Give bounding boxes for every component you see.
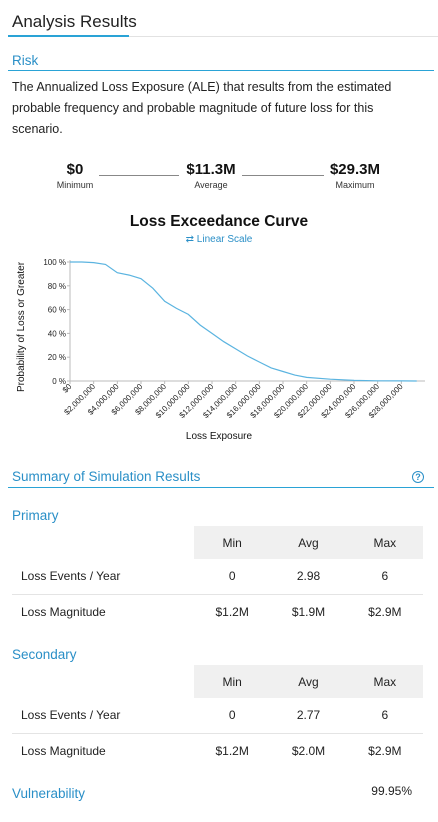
secondary-heading: Secondary <box>12 647 77 662</box>
secondary-results-table: Min Avg Max Loss Events / Year 0 2.77 6 … <box>12 665 423 768</box>
y-tick-label: 60 % <box>48 306 66 315</box>
stat-minimum-value: $0 <box>66 161 84 178</box>
cell-avg: 2.77 <box>296 708 321 723</box>
row-label: Loss Magnitude <box>12 593 194 629</box>
cell-avg: $2.0M <box>270 732 347 768</box>
primary-results-table: Min Avg Max Loss Events / Year 0 2.98 6 … <box>12 526 423 629</box>
col-min: Min <box>194 665 271 698</box>
vulnerability-value: 99.95% <box>371 784 412 798</box>
stat-average-label: Average <box>194 180 228 190</box>
stat-maximum-label: Maximum <box>335 180 375 190</box>
table-row: Loss Magnitude $1.2M $1.9M $2.9M <box>12 593 423 629</box>
y-tick-label: 80 % <box>48 282 66 291</box>
table-row: Loss Events / Year 0 2.98 6 <box>12 559 423 594</box>
stat-average: $11.3M Average <box>180 161 242 190</box>
col-avg: Avg <box>270 526 347 559</box>
table-header-row: Min Avg Max <box>12 526 423 559</box>
table-row: Loss Events / Year 0 2.77 6 <box>12 698 423 733</box>
col-max: Max <box>346 526 423 559</box>
cell-max: 6 <box>381 569 389 584</box>
cell-max: 6 <box>381 708 389 723</box>
row-label: Loss Events / Year <box>21 569 121 584</box>
risk-divider <box>8 70 434 71</box>
table-header-row: Min Avg Max <box>12 665 423 698</box>
vulnerability-label: Vulnerability <box>12 786 86 801</box>
summary-heading: Summary of Simulation Results <box>12 469 201 484</box>
risk-heading: Risk <box>12 53 39 68</box>
linear-scale-label: Linear Scale <box>196 234 253 245</box>
cell-min: 0 <box>228 569 236 584</box>
col-max: Max <box>346 665 423 698</box>
stat-maximum: $29.3M Maximum <box>324 161 386 190</box>
row-label: Loss Magnitude <box>12 732 194 768</box>
stat-connector-right <box>242 175 324 176</box>
cell-min: $1.2M <box>194 732 271 768</box>
primary-heading: Primary <box>12 508 59 523</box>
cell-avg: 2.98 <box>296 569 321 584</box>
swap-arrows-icon: ⇄ <box>185 234 194 245</box>
table-row: Loss Magnitude $1.2M $2.0M $2.9M <box>12 732 423 768</box>
cell-avg: $1.9M <box>270 593 347 629</box>
page-title: Analysis Results <box>12 12 137 31</box>
y-axis-label: Probability of Loss or Greater <box>16 261 27 392</box>
y-tick-label: 20 % <box>48 353 66 362</box>
linear-scale-toggle[interactable]: ⇄ Linear Scale <box>0 234 438 245</box>
loss-exceedance-line <box>70 261 417 382</box>
table-header-blank <box>12 526 194 559</box>
col-avg: Avg <box>270 665 347 698</box>
x-axis-label: Loss Exposure <box>185 431 253 442</box>
stat-minimum: $0 Minimum <box>48 161 102 190</box>
col-min: Min <box>194 526 271 559</box>
stat-average-value: $11.3M <box>186 161 236 178</box>
stat-minimum-label: Minimum <box>56 180 94 190</box>
analysis-results-panel: Analysis Results Risk The Annualized Los… <box>0 0 438 822</box>
title-accent-bar <box>8 35 129 37</box>
stat-maximum-value: $29.3M <box>329 161 381 178</box>
table-header-blank <box>12 665 194 698</box>
cell-min: $1.2M <box>194 593 271 629</box>
cell-max: $2.9M <box>346 732 423 768</box>
y-tick-label: 40 % <box>48 329 66 338</box>
loss-exceedance-chart: 0 %20 %40 %60 %80 %100 %$0$2,000,000$4,0… <box>43 258 425 420</box>
y-tick-label: 100 % <box>43 258 66 267</box>
row-label: Loss Events / Year <box>21 708 121 723</box>
stat-connector-left <box>99 175 179 176</box>
chart-title: Loss Exceedance Curve <box>129 213 309 230</box>
cell-min: 0 <box>228 708 236 723</box>
cell-max: $2.9M <box>346 593 423 629</box>
summary-divider <box>8 487 434 488</box>
risk-description: The Annualized Loss Exposure (ALE) that … <box>12 80 392 136</box>
help-icon[interactable]: ? <box>412 471 424 483</box>
